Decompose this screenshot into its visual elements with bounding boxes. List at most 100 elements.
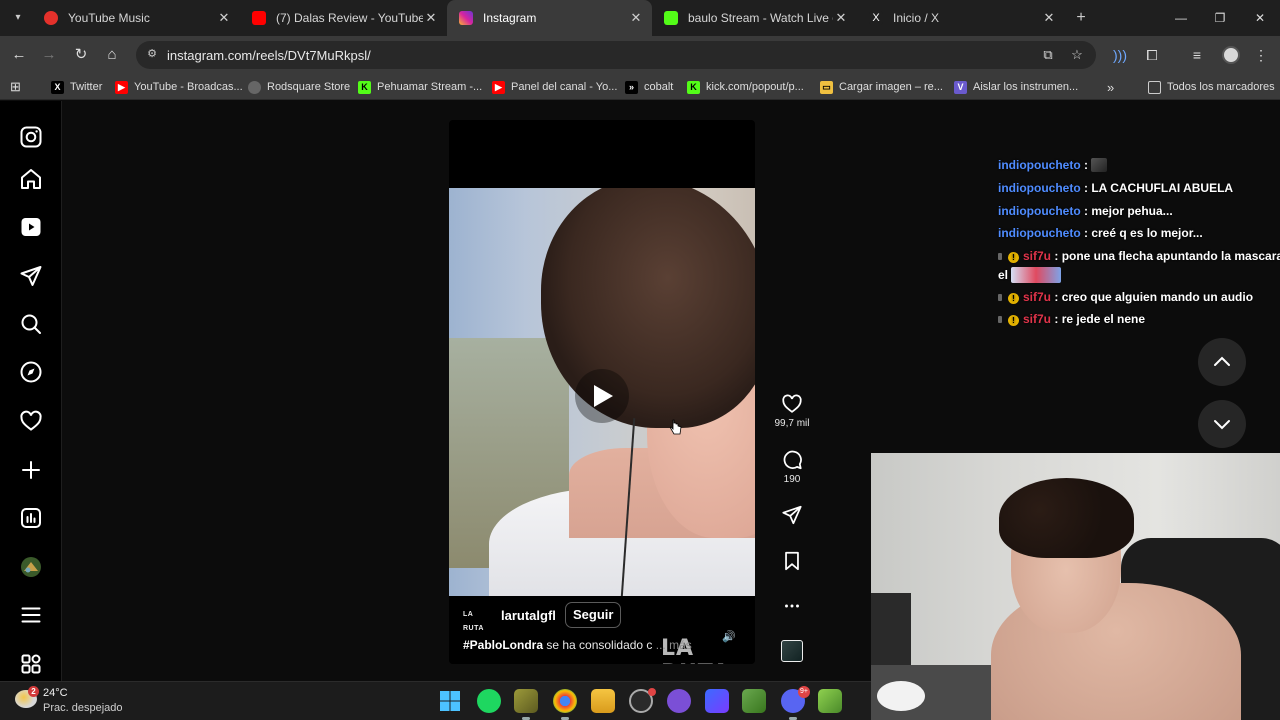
app-icon[interactable] — [514, 689, 538, 720]
chat-emote — [1091, 158, 1108, 172]
speaker-icon[interactable]: 🔊 — [721, 630, 737, 646]
reels-icon[interactable] — [19, 215, 43, 239]
profile-avatar-icon[interactable] — [19, 555, 43, 579]
address-bar[interactable]: ⚙ instagram.com/reels/DVt7MuRkpsl/ ⧉ ☆ — [136, 41, 1096, 69]
bookmark-kick-popout[interactable]: Kkick.com/popout/p... — [687, 79, 804, 95]
spotify-icon[interactable] — [477, 689, 501, 713]
chat-message: ! sif7u : creo que alguien mando un audio — [998, 290, 1253, 304]
obs-icon[interactable] — [629, 688, 656, 713]
maximize-icon[interactable]: ❐ — [1208, 8, 1232, 28]
menu-kebab-icon[interactable]: ⋮ — [1251, 45, 1271, 65]
computer-mouse — [877, 681, 925, 711]
install-app-icon[interactable]: ⧉ — [1039, 47, 1057, 63]
notifications-heart-icon[interactable] — [19, 409, 43, 433]
bookmark-youtube-broadcast[interactable]: ▶ YouTube - Broadcas... — [115, 79, 243, 95]
bookmark-panel-canal[interactable]: ▶ Panel del canal - Yo... — [492, 79, 617, 95]
audio-playing-icon[interactable]: ))) — [1110, 45, 1130, 65]
tab-inicio-x[interactable]: X Inicio / X ✕ — [857, 0, 1065, 36]
close-icon[interactable]: ✕ — [833, 10, 849, 26]
instagram-logo-icon[interactable] — [19, 125, 43, 149]
original-audio-thumbnail[interactable] — [781, 640, 803, 662]
create-icon[interactable] — [19, 458, 43, 482]
caption-more-link[interactable]: ... más — [656, 638, 692, 652]
tab-label: Instagram — [483, 11, 537, 25]
tab-baulo-stream[interactable]: baulo Stream - Watch Live on K ✕ — [652, 0, 857, 36]
discord-icon[interactable]: 9+ — [781, 686, 810, 720]
home-icon[interactable]: ⌂ — [101, 45, 123, 65]
previous-reel-button[interactable] — [1198, 338, 1246, 386]
bookmark-icon — [785, 551, 799, 571]
bookmark-aislar[interactable]: V Aislar los instrumen... — [954, 79, 1078, 95]
messages-icon[interactable] — [19, 264, 43, 288]
kick-icon: K — [687, 80, 700, 94]
play-button[interactable] — [575, 369, 629, 423]
tab-youtube-music[interactable]: YouTube Music ✕ — [32, 0, 240, 36]
tab-instagram[interactable]: Instagram ✕ — [447, 0, 652, 36]
chat-text: creé q es lo mejor... — [1091, 226, 1203, 240]
bookmark-label: Todos los marcadores — [1167, 81, 1275, 93]
dashboard-icon[interactable] — [19, 506, 43, 530]
bookmark-rodsquare[interactable]: Rodsquare Store — [248, 79, 350, 95]
bookmark-twitter[interactable]: X Twitter — [51, 79, 102, 95]
more-options-button[interactable] — [770, 595, 814, 617]
all-bookmarks-folder[interactable]: Todos los marcadores — [1148, 79, 1275, 95]
more-bookmarks-icon[interactable]: » — [1107, 79, 1114, 95]
reload-icon[interactable]: ↻ — [70, 45, 92, 65]
file-explorer-icon[interactable] — [591, 689, 615, 713]
profile-avatar[interactable] — [1222, 46, 1240, 64]
weather-temperature: 24°C — [43, 687, 68, 699]
bookmark-star-icon[interactable]: ☆ — [1068, 47, 1086, 63]
next-reel-button[interactable] — [1198, 400, 1246, 448]
chat-text: pone una flecha apuntando la mascara — [1061, 249, 1280, 263]
tab-label: Inicio / X — [893, 11, 940, 25]
windows-start-icon[interactable] — [438, 689, 462, 713]
apps-grid-icon[interactable]: ⊞ — [10, 79, 21, 95]
kick-icon: K — [358, 80, 371, 94]
chat-message: indiopoucheto : creé q es lo mejor... — [998, 226, 1203, 240]
bookmark-pehuamar[interactable]: K Pehuamar Stream -... — [358, 79, 482, 95]
extensions-icon[interactable]: ⧠ — [1142, 45, 1162, 65]
new-tab-icon[interactable]: + — [1071, 8, 1091, 28]
bookmark-cobalt[interactable]: » cobalt — [625, 79, 673, 95]
chat-app-icon[interactable] — [667, 689, 691, 713]
like-button[interactable]: 99,7 mil — [770, 393, 814, 429]
dev-app-icon[interactable] — [705, 689, 729, 713]
close-icon[interactable]: ✕ — [216, 10, 232, 26]
chat-badge-icon — [998, 294, 1002, 301]
more-menu-icon[interactable] — [19, 603, 43, 627]
minecraft-launcher-icon[interactable] — [742, 689, 766, 713]
media-control-icon[interactable]: ≡ — [1187, 45, 1207, 65]
close-icon[interactable]: ✕ — [423, 10, 439, 26]
weather-description: Prac. despejado — [43, 702, 123, 714]
weather-widget[interactable]: 2 24°C Prac. despejado — [15, 686, 145, 718]
close-icon[interactable]: ✕ — [628, 10, 644, 26]
share-button[interactable] — [770, 504, 814, 526]
bookmark-label: Panel del canal - Yo... — [511, 81, 618, 93]
minimize-icon[interactable]: — — [1169, 8, 1193, 28]
tab-search-chevron-icon[interactable]: ▾ — [8, 8, 28, 28]
minecraft-icon[interactable] — [818, 689, 842, 713]
caption-hashtag[interactable]: #PabloLondra — [463, 638, 543, 652]
reel-caption[interactable]: #PabloLondra se ha consolidado c ... más — [463, 638, 692, 652]
site-info-icon[interactable]: ⚙ — [144, 47, 160, 63]
back-icon[interactable]: ← — [8, 45, 30, 65]
comment-button[interactable]: 190 — [770, 449, 814, 485]
reel-video[interactable] — [449, 188, 755, 596]
account-avatar[interactable]: LA RUTA — [463, 608, 489, 632]
search-icon[interactable] — [19, 312, 43, 336]
forward-icon[interactable]: → — [38, 45, 60, 65]
reel-player[interactable]: LA RUTA larutalgfl Seguir LA RUTA #Pablo… — [449, 120, 755, 664]
url-text[interactable]: instagram.com/reels/DVt7MuRkpsl/ — [167, 48, 371, 63]
chrome-icon[interactable] — [553, 689, 577, 720]
save-button[interactable] — [770, 550, 814, 572]
reel-username[interactable]: larutalgfl — [501, 608, 556, 623]
bookmark-cargar-imagen[interactable]: ▭ Cargar imagen – re... — [820, 79, 943, 95]
window-close-icon[interactable]: ✕ — [1248, 8, 1272, 28]
explore-icon[interactable] — [19, 360, 43, 384]
tab-dalas-review[interactable]: (7) Dalas Review - YouTube ✕ — [240, 0, 447, 36]
close-icon[interactable]: ✕ — [1041, 10, 1057, 26]
also-from-meta-icon[interactable] — [19, 652, 43, 676]
follow-button[interactable]: Seguir — [565, 602, 622, 628]
webcam-overlay — [871, 453, 1280, 720]
home-icon[interactable] — [19, 167, 43, 191]
